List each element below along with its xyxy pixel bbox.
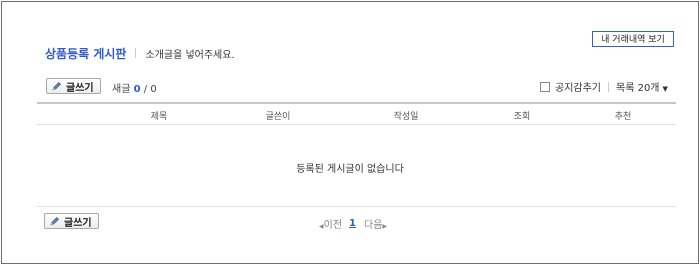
column-date: 작성일: [393, 112, 419, 122]
board-header: 상품등록 게시판 소개글을 넣어주세요.: [45, 45, 235, 61]
table-bottom-divider: [37, 206, 676, 207]
new-posts-count: 0: [133, 84, 141, 95]
column-likes: 추천: [614, 112, 632, 122]
column-views: 조회: [513, 112, 531, 122]
board-description: 소개글을 넣어주세요.: [145, 49, 235, 61]
list-size-label: 목록 20개: [616, 83, 660, 94]
next-page-label: 다음: [364, 220, 383, 231]
write-button-top[interactable]: 글쓰기: [46, 78, 101, 94]
checkbox-icon[interactable]: [540, 81, 550, 92]
write-button-label: 글쓰기: [64, 217, 92, 229]
total-posts-count: 0: [150, 84, 157, 95]
new-post-counter: 새글 0 / 0: [112, 80, 157, 95]
pagination: ◀이전 1 다음▶: [319, 216, 387, 231]
prev-page-link[interactable]: ◀이전: [319, 216, 342, 231]
next-page-link[interactable]: 다음▶: [364, 216, 387, 231]
pencil-icon: [50, 216, 60, 226]
write-button-label: 글쓰기: [66, 82, 94, 94]
count-separator: /: [143, 84, 148, 95]
title-divider: [135, 48, 137, 58]
controls-divider: [608, 81, 609, 92]
prev-page-label: 이전: [323, 220, 343, 231]
write-button-bottom[interactable]: 글쓰기: [44, 213, 99, 229]
column-author: 글쓴이: [265, 112, 291, 122]
board-title[interactable]: 상품등록 게시판: [45, 45, 126, 62]
current-page[interactable]: 1: [349, 218, 356, 229]
new-posts-label: 새글: [112, 84, 131, 95]
empty-list-message: 등록된 게시글이 없습니다: [296, 164, 404, 175]
pencil-icon: [52, 81, 62, 91]
chevron-right-icon: ▶: [382, 223, 388, 230]
my-trade-history-button[interactable]: 내 거래내역 보기: [592, 31, 674, 47]
list-size-select[interactable]: 목록 20개 ▼: [616, 79, 668, 94]
list-controls: 공지감추기 목록 20개 ▼: [540, 79, 668, 94]
caret-down-icon: ▼: [662, 85, 668, 93]
notice-hide-label[interactable]: 공지감추기: [555, 79, 601, 94]
table-header: 제목 글쓴이 작성일 조회 추천: [37, 102, 676, 125]
column-title: 제목: [150, 112, 168, 122]
